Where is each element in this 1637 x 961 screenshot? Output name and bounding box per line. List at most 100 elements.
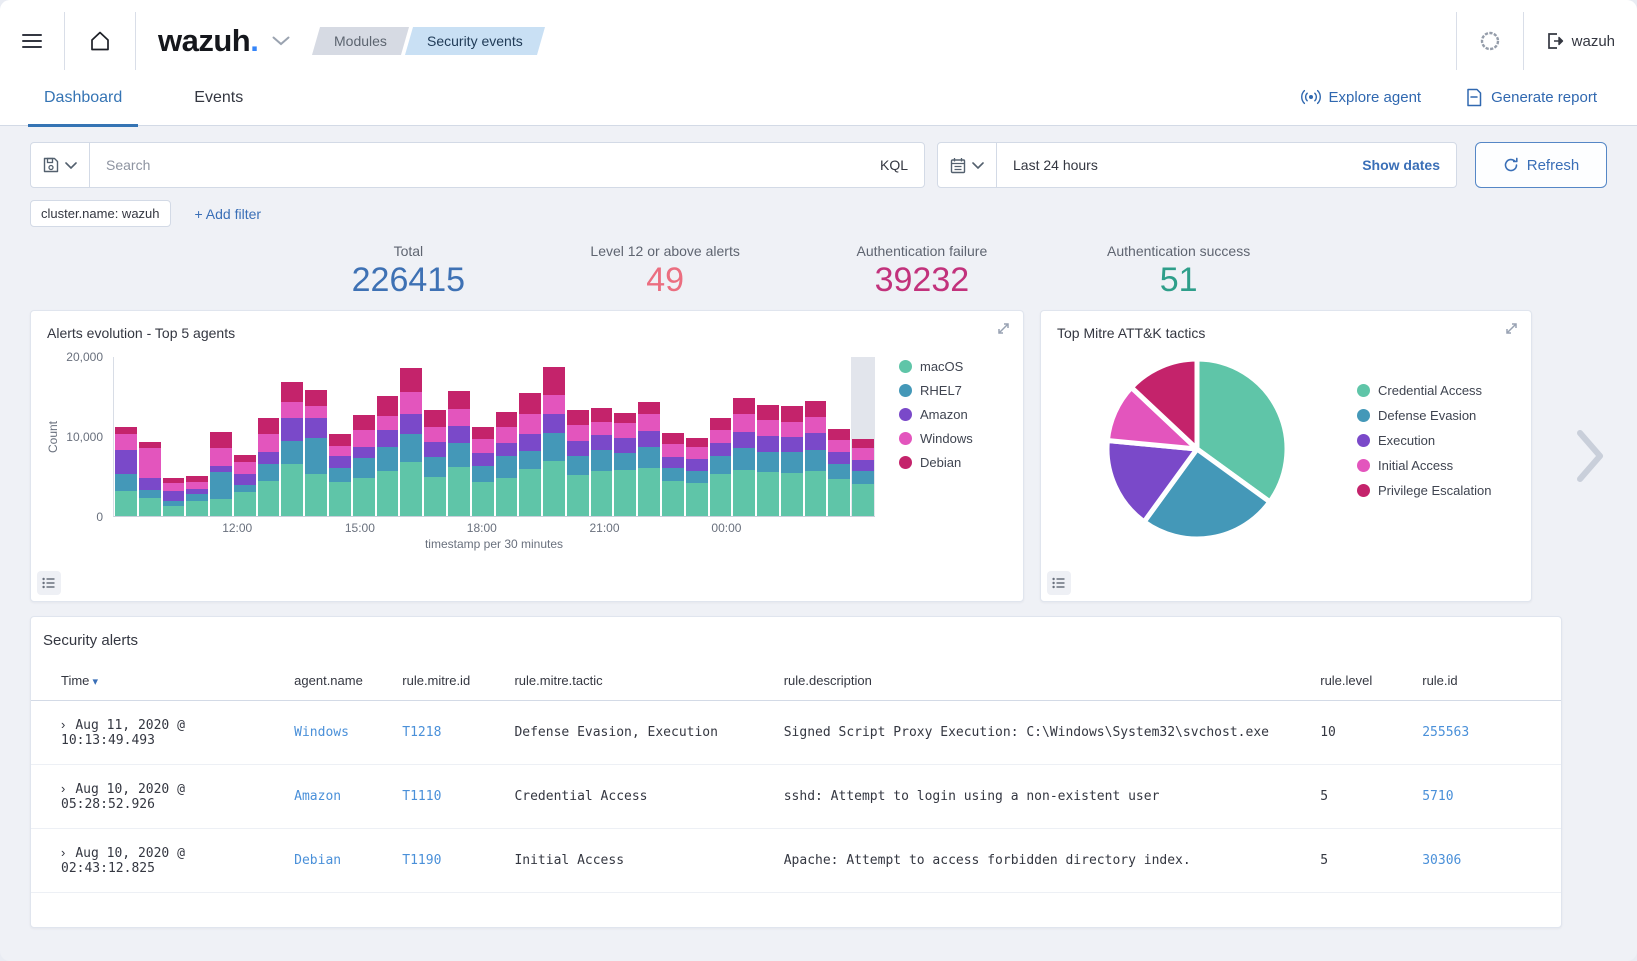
series-legend-amazon[interactable]: Amazon bbox=[899, 407, 973, 422]
generate-report-button[interactable]: Generate report bbox=[1465, 88, 1597, 107]
agent-name-link[interactable]: Windows bbox=[294, 725, 349, 740]
bar[interactable] bbox=[399, 357, 423, 516]
agent-name-link[interactable]: Debian bbox=[294, 853, 341, 868]
column-header-rule-mitre-tactic[interactable]: rule.mitre.tactic bbox=[514, 661, 783, 701]
series-legend-windows[interactable]: Windows bbox=[899, 431, 973, 446]
legend-dot bbox=[1357, 409, 1370, 422]
bar[interactable] bbox=[471, 357, 495, 516]
bar[interactable] bbox=[376, 357, 400, 516]
bar[interactable] bbox=[732, 357, 756, 516]
pie-chart-canvas[interactable] bbox=[1099, 351, 1295, 547]
explore-agent-button[interactable]: Explore agent bbox=[1301, 89, 1422, 106]
bar[interactable] bbox=[637, 357, 661, 516]
saved-queries-button[interactable] bbox=[31, 143, 90, 187]
health-status-button[interactable] bbox=[1457, 12, 1523, 70]
bar[interactable] bbox=[352, 357, 376, 516]
tactic-legend-initial-access[interactable]: Initial Access bbox=[1357, 458, 1491, 473]
expand-row-icon[interactable]: › bbox=[61, 781, 65, 796]
y-tick-label: 20,000 bbox=[66, 350, 103, 364]
bar[interactable] bbox=[590, 357, 614, 516]
column-header-rule-description[interactable]: rule.description bbox=[784, 661, 1321, 701]
tab-dashboard[interactable]: Dashboard bbox=[40, 70, 126, 126]
mitre-id-link[interactable]: T1218 bbox=[402, 725, 441, 740]
level-cell: 5 bbox=[1320, 829, 1422, 893]
breadcrumb-security-events[interactable]: Security events bbox=[405, 27, 545, 55]
x-tick-label: 12:00 bbox=[222, 521, 252, 535]
table-row: ›Aug 10, 2020 @ 05:28:52.926AmazonT1110C… bbox=[31, 765, 1561, 829]
show-dates-button[interactable]: Show dates bbox=[1362, 157, 1456, 173]
bar[interactable] bbox=[280, 357, 304, 516]
bar[interactable] bbox=[709, 357, 733, 516]
user-menu[interactable]: wazuh bbox=[1524, 12, 1637, 70]
bar[interactable] bbox=[827, 357, 851, 516]
column-header-rule-id[interactable]: rule.id bbox=[1422, 661, 1561, 701]
tactic-legend-credential-access[interactable]: Credential Access bbox=[1357, 383, 1491, 398]
antenna-icon bbox=[1301, 89, 1321, 106]
breadcrumb-modules[interactable]: Modules bbox=[312, 27, 409, 55]
add-filter-button[interactable]: + Add filter bbox=[195, 206, 262, 222]
bar[interactable] bbox=[756, 357, 780, 516]
expand-row-icon[interactable]: › bbox=[61, 845, 65, 860]
inspect-data-button[interactable] bbox=[1047, 571, 1071, 595]
bar[interactable] bbox=[804, 357, 828, 516]
column-header-rule-level[interactable]: rule.level bbox=[1320, 661, 1422, 701]
bar[interactable] bbox=[138, 357, 162, 516]
bar[interactable] bbox=[518, 357, 542, 516]
expand-panel-icon[interactable] bbox=[1504, 321, 1519, 336]
filter-pill-cluster-name[interactable]: cluster.name: wazuh bbox=[30, 200, 171, 227]
chevron-down-icon[interactable] bbox=[272, 36, 290, 46]
series-legend-rhel7[interactable]: RHEL7 bbox=[899, 383, 973, 398]
next-panel-chevron[interactable] bbox=[1573, 425, 1607, 487]
bar[interactable] bbox=[257, 357, 281, 516]
query-language-button[interactable]: KQL bbox=[864, 157, 924, 173]
mitre-id-link[interactable]: T1110 bbox=[402, 789, 441, 804]
rule-id-link[interactable]: 30306 bbox=[1422, 853, 1461, 868]
expand-panel-icon[interactable] bbox=[996, 321, 1011, 336]
tab-events[interactable]: Events bbox=[190, 70, 247, 126]
agent-name-link[interactable]: Amazon bbox=[294, 789, 341, 804]
bar[interactable] bbox=[780, 357, 804, 516]
logo-area[interactable]: wazuh. ModulesSecurity events bbox=[136, 12, 563, 70]
panel-title: Top Mitre ATT&K tactics bbox=[1041, 311, 1531, 341]
legend-dot bbox=[1357, 434, 1370, 447]
bar[interactable] bbox=[566, 357, 590, 516]
bar[interactable] bbox=[114, 357, 138, 516]
refresh-button[interactable]: Refresh bbox=[1475, 142, 1607, 188]
mitre-id-link[interactable]: T1190 bbox=[402, 853, 441, 868]
bar[interactable] bbox=[661, 357, 685, 516]
time-range-value[interactable]: Last 24 hours bbox=[997, 157, 1362, 173]
bar[interactable] bbox=[495, 357, 519, 516]
bar[interactable] bbox=[185, 357, 209, 516]
column-header-rule-mitre-id[interactable]: rule.mitre.id bbox=[402, 661, 514, 701]
bar[interactable] bbox=[685, 357, 709, 516]
bar[interactable] bbox=[613, 357, 637, 516]
bar[interactable] bbox=[851, 357, 875, 516]
series-legend-debian[interactable]: Debian bbox=[899, 455, 973, 470]
home-button[interactable] bbox=[65, 12, 135, 70]
bar[interactable] bbox=[423, 357, 447, 516]
bar[interactable] bbox=[304, 357, 328, 516]
bar-chart-yaxis: Count 010,00020,000 bbox=[35, 357, 113, 517]
inspect-data-button[interactable] bbox=[37, 571, 61, 595]
bar[interactable] bbox=[447, 357, 471, 516]
expand-row-icon[interactable]: › bbox=[61, 717, 65, 732]
calendar-menu-button[interactable] bbox=[938, 143, 997, 187]
bar-chart-bars[interactable] bbox=[114, 357, 875, 516]
tactic-legend-execution[interactable]: Execution bbox=[1357, 433, 1491, 448]
bar[interactable] bbox=[233, 357, 257, 516]
rule-id-link[interactable]: 255563 bbox=[1422, 725, 1469, 740]
search-input[interactable] bbox=[90, 157, 864, 173]
series-legend-macos[interactable]: macOS bbox=[899, 359, 973, 374]
tactic-legend-privilege-escalation[interactable]: Privilege Escalation bbox=[1357, 483, 1491, 498]
bar[interactable] bbox=[542, 357, 566, 516]
rule-id-link[interactable]: 5710 bbox=[1422, 789, 1453, 804]
tactic-legend-defense-evasion[interactable]: Defense Evasion bbox=[1357, 408, 1491, 423]
menu-button[interactable] bbox=[0, 12, 64, 70]
bar[interactable] bbox=[209, 357, 233, 516]
column-header-agent-name[interactable]: agent.name bbox=[294, 661, 402, 701]
rule-id-cell: 30306 bbox=[1422, 829, 1561, 893]
column-header-time[interactable]: Time ▾ bbox=[31, 661, 294, 701]
bar[interactable] bbox=[162, 357, 186, 516]
tactic-cell: Credential Access bbox=[514, 765, 783, 829]
bar[interactable] bbox=[328, 357, 352, 516]
